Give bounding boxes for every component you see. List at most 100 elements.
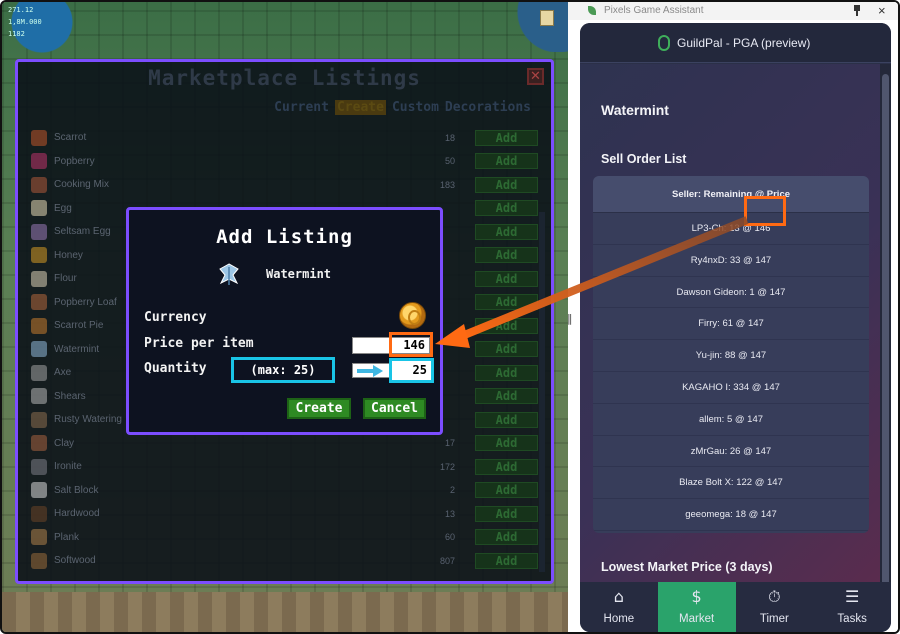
max-quantity-highlight: (max: 25) [231, 357, 335, 383]
item-icon [31, 341, 47, 358]
list-item: Hardwood 13 Add [28, 502, 538, 526]
item-icon [31, 153, 47, 170]
item-icon [31, 529, 47, 546]
add-item-button[interactable]: Add [475, 153, 538, 170]
add-item-button[interactable]: Add [475, 129, 538, 146]
marketplace-scrollbar[interactable] [539, 212, 545, 572]
marketplace-close-button[interactable]: ✕ [527, 68, 544, 85]
add-item-button[interactable]: Add [475, 317, 538, 334]
tab-decorations[interactable]: Decorations [445, 100, 531, 115]
marketplace-title: Marketplace Listings [148, 66, 421, 90]
game-viewport[interactable]: 271.12 1,8M.000 1182 Marketplace Listing… [2, 2, 568, 632]
app-scrollbar[interactable] [880, 64, 891, 594]
leaf-icon [588, 6, 596, 15]
add-item-button[interactable]: Add [475, 505, 538, 522]
arrow-right-icon [352, 363, 390, 378]
item-icon [31, 482, 47, 499]
item-icon [31, 388, 47, 405]
tab-market[interactable]: $ Market [657, 582, 736, 632]
tab-current[interactable]: Current [274, 100, 329, 115]
stopwatch-icon: ⏱ [768, 587, 781, 606]
item-icon [31, 294, 47, 311]
add-item-button[interactable]: Add [475, 176, 538, 193]
price-label: Price per item [144, 336, 254, 351]
add-item-button[interactable]: Add [475, 388, 538, 405]
app-content: Watermint Sell Order List Seller: Remain… [580, 64, 880, 625]
cancel-button[interactable]: Cancel [363, 398, 426, 419]
close-icon[interactable]: × [878, 3, 886, 18]
add-item-button[interactable]: Add [475, 270, 538, 287]
price-input[interactable]: 146 [352, 337, 430, 354]
add-item-button[interactable]: Add [475, 411, 538, 428]
list-item: Clay 17 Add [28, 432, 538, 456]
tab-create[interactable]: Create [334, 100, 386, 115]
app-header: GuildPal - PGA (preview) [580, 23, 891, 63]
pin-icon[interactable] [853, 5, 861, 16]
item-icon [31, 317, 47, 334]
list-item: Scarrot 18 Add [28, 126, 538, 150]
item-name: Popberry [54, 155, 95, 167]
item-icon [31, 176, 47, 193]
table-row: Blaze Bolt X: 122 @ 147 [593, 467, 869, 500]
item-icon [31, 458, 47, 475]
item-name: Softwood [54, 555, 96, 567]
item-icon [31, 200, 47, 217]
tab-label: Timer [759, 613, 789, 625]
add-item-button[interactable]: Add [475, 223, 538, 240]
create-button[interactable]: Create [287, 398, 351, 419]
hud-chip-icon[interactable] [540, 10, 554, 26]
item-count: 183 [439, 179, 455, 190]
app-title: GuildPal - PGA (preview) [677, 36, 811, 50]
tab-label: Market [679, 613, 715, 625]
coin-icon[interactable] [399, 302, 426, 329]
item-count: 17 [444, 438, 455, 449]
add-item-button[interactable]: Add [475, 482, 538, 499]
add-item-button[interactable]: Add [475, 294, 538, 311]
resize-handle[interactable]: ‖ [567, 312, 575, 328]
add-item-button[interactable]: Add [475, 200, 538, 217]
quantity-label: Quantity [144, 361, 207, 376]
marketplace-tabs: Current Create Custom Decorations [274, 100, 531, 115]
item-name: Salt Block [54, 484, 99, 496]
item-count: 60 [444, 532, 455, 543]
scroll-thumb[interactable] [882, 74, 889, 594]
screenshot-frame: 271.12 1,8M.000 1182 Marketplace Listing… [0, 0, 900, 634]
table-row: Dawson Gideon: 1 @ 147 [593, 277, 869, 309]
tab-timer[interactable]: ⏱ Timer [736, 582, 814, 632]
sell-order-heading: Sell Order List [601, 152, 687, 166]
sell-order-rows: LP3-Ch: 13 @ 146 Ry4nxD: 33 @ 147 Dawson G… [593, 213, 869, 531]
tab-tasks[interactable]: ☰ Tasks [813, 582, 891, 632]
panel-titlebar: Pixels Game Assistant × [568, 2, 898, 20]
item-icon [31, 552, 47, 569]
add-listing-dialog: Add Listing Watermint Currency Price per… [126, 207, 443, 435]
add-item-button[interactable]: Add [475, 552, 538, 569]
item-count: 50 [444, 156, 455, 167]
table-row: KAGAHO I: 334 @ 147 [593, 372, 869, 404]
dialog-item-name: Watermint [266, 267, 332, 281]
quantity-input[interactable]: 25 [389, 358, 434, 383]
item-icon [31, 270, 47, 287]
list-item: Salt Block 2 Add [28, 479, 538, 503]
guildpal-app: GuildPal - PGA (preview) Watermint Sell … [580, 23, 891, 632]
list-item: Cooking Mix 183 Add [28, 173, 538, 197]
item-name: Cooking Mix [54, 179, 110, 191]
add-item-button[interactable]: Add [475, 364, 538, 381]
table-row: zMrGau: 26 @ 147 [593, 436, 869, 468]
item-count: 13 [444, 508, 455, 519]
item-name: Ironite [54, 461, 82, 473]
tab-home[interactable]: ⌂ Home [580, 582, 658, 632]
item-icon [31, 505, 47, 522]
table-row: Firry: 61 @ 147 [593, 308, 869, 341]
item-icon [31, 435, 47, 452]
list-item: Popberry 50 Add [28, 150, 538, 174]
add-item-button[interactable]: Add [475, 458, 538, 475]
add-item-button[interactable]: Add [475, 435, 538, 452]
tab-custom[interactable]: Custom [392, 100, 439, 115]
item-icon [31, 129, 47, 146]
add-item-button[interactable]: Add [475, 247, 538, 264]
watermint-icon [219, 263, 239, 285]
hud-stat: 1182 [8, 30, 25, 38]
add-item-button[interactable]: Add [475, 341, 538, 358]
add-item-button[interactable]: Add [475, 529, 538, 546]
sell-order-table: Seller: Remaining @ Price LP3-Ch: 13 @ 1… [593, 176, 869, 533]
